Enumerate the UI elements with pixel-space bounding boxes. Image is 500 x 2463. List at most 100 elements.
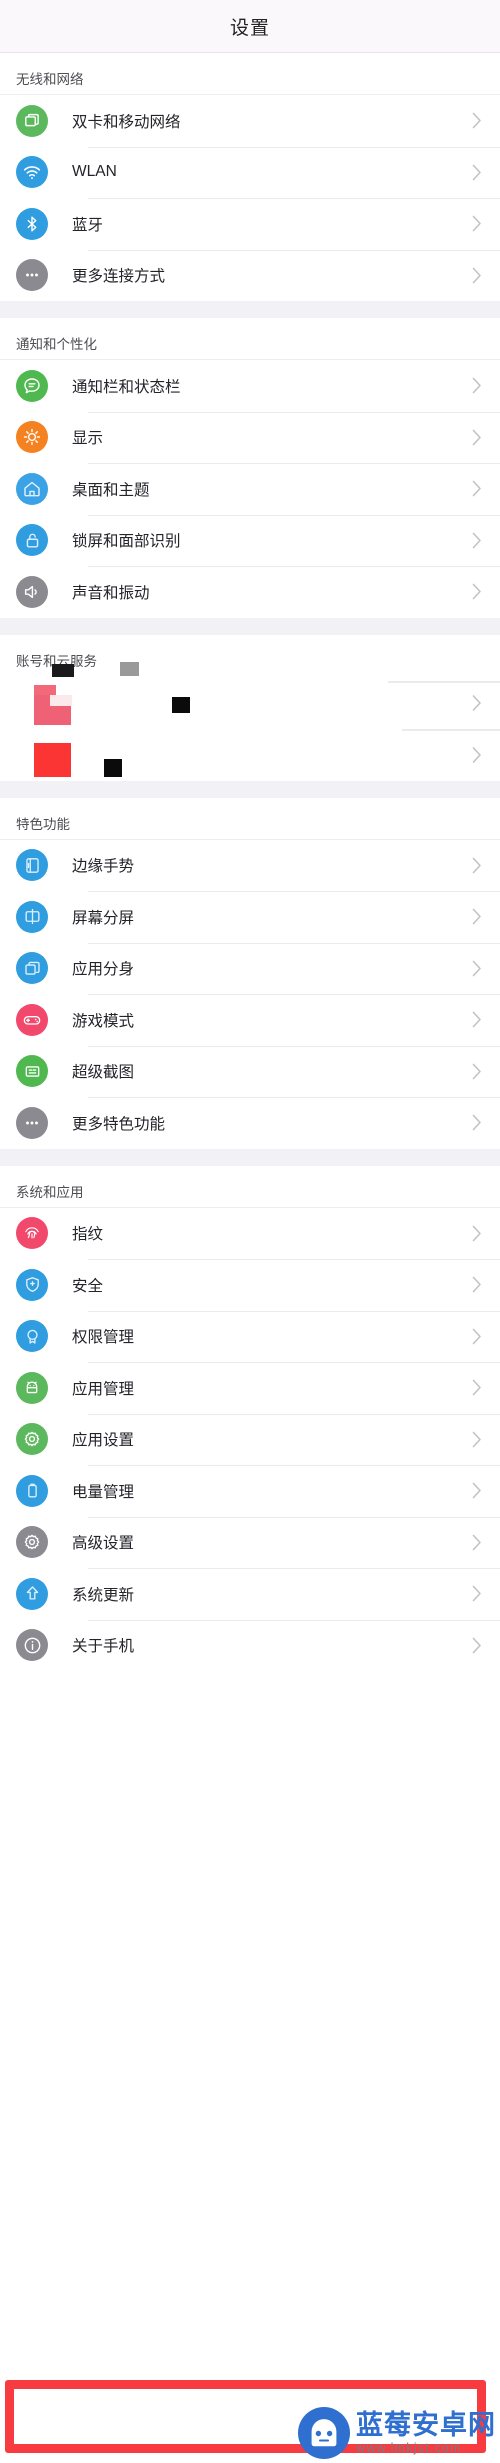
gear-icon (16, 1526, 48, 1559)
settings-row-sound-vibration[interactable]: 声音和振动 (0, 566, 500, 618)
bluetooth-icon (16, 207, 48, 240)
settings-row-more-connections[interactable]: 更多连接方式 (0, 249, 500, 301)
settings-row-account-redacted-2[interactable] (0, 728, 500, 781)
settings-row-label: 桌面和主题 (72, 481, 150, 499)
gamepad-icon (16, 1003, 48, 1036)
home-icon (16, 472, 48, 505)
settings-row-label: 边缘手势 (72, 858, 135, 876)
settings-row-label: 应用管理 (72, 1380, 135, 1398)
titlebar: 设置 (0, 0, 500, 53)
render-artifact-block (120, 661, 139, 676)
settings-row-bluetooth[interactable]: 蓝牙 (0, 198, 500, 250)
section-body-wireless-and-network: 双卡和移动网络 WLAN 蓝牙 更多连接方式 (0, 95, 500, 301)
settings-row-split-screen[interactable]: 屏幕分屏 (0, 891, 500, 943)
settings-row-app-settings[interactable]: 应用设置 (0, 1413, 500, 1465)
shield-plus-icon (16, 1268, 48, 1301)
settings-row-label: 应用分身 (72, 961, 135, 979)
settings-row-permission-management[interactable]: 权限管理 (0, 1310, 500, 1362)
chevron-right-icon (472, 746, 482, 763)
settings-row-label: 电量管理 (72, 1483, 135, 1501)
screenshot-icon (16, 1055, 48, 1088)
sim-card-icon (16, 104, 48, 137)
android-mascot-icon (298, 2407, 350, 2459)
app-clone-icon (16, 952, 48, 985)
settings-row-label: 显示 (72, 430, 104, 448)
chevron-right-icon (472, 429, 482, 446)
settings-row-about-phone[interactable]: 关于手机 (0, 1619, 500, 1671)
fingerprint-icon (16, 1217, 48, 1250)
brightness-sun-icon (16, 421, 48, 454)
settings-row-label: 权限管理 (72, 1329, 135, 1347)
gear-icon (16, 1423, 48, 1456)
info-circle-icon (16, 1629, 48, 1662)
settings-row-battery-management[interactable]: 电量管理 (0, 1465, 500, 1517)
chevron-right-icon (472, 267, 482, 284)
settings-row-app-clone[interactable]: 应用分身 (0, 942, 500, 994)
settings-row-system-update[interactable]: 系统更新 (0, 1568, 500, 1620)
speaker-volume-icon (16, 575, 48, 608)
lock-open-icon (16, 524, 48, 557)
chevron-right-icon (472, 908, 482, 925)
chevron-right-icon (472, 1637, 482, 1654)
render-artifact-line (402, 728, 500, 731)
settings-row-label: 关于手机 (72, 1638, 135, 1656)
render-artifact-block (172, 696, 190, 713)
settings-row-home-and-theme[interactable]: 桌面和主题 (0, 463, 500, 515)
chevron-right-icon (472, 1534, 482, 1551)
settings-row-dual-sim-mobile-network[interactable]: 双卡和移动网络 (0, 95, 500, 147)
settings-row-label: 双卡和移动网络 (72, 113, 181, 131)
more-dots-icon (16, 1106, 48, 1139)
settings-row-display[interactable]: 显示 (0, 411, 500, 463)
section-account-and-cloud: 账号和云服务 (0, 634, 500, 781)
settings-row-label: 声音和振动 (72, 584, 150, 602)
battery-icon (16, 1474, 48, 1507)
settings-row-label: 安全 (72, 1277, 104, 1295)
settings-row-wlan[interactable]: WLAN (0, 146, 500, 198)
settings-row-label: 更多特色功能 (72, 1115, 166, 1133)
upload-arrow-icon (16, 1577, 48, 1610)
settings-row-fingerprint[interactable]: 指纹 (0, 1207, 500, 1259)
wifi-icon (16, 156, 48, 189)
chevron-right-icon (472, 112, 482, 129)
settings-row-account-redacted-1[interactable] (0, 676, 500, 729)
chevron-right-icon (472, 215, 482, 232)
watermark-url: www.lmkjst.com (356, 2440, 462, 2455)
chevron-right-icon (472, 694, 482, 711)
split-screen-icon (16, 900, 48, 933)
section-divider (0, 617, 500, 635)
watermark-text: 蓝莓安卓网 www.lmkjst.com (356, 2409, 496, 2455)
settings-row-more-featured-functions[interactable]: 更多特色功能 (0, 1097, 500, 1149)
settings-row-lockscreen-face[interactable]: 锁屏和面部识别 (0, 514, 500, 566)
settings-row-app-management[interactable]: 应用管理 (0, 1362, 500, 1414)
settings-row-label: 游戏模式 (72, 1012, 135, 1030)
settings-row-advanced-settings[interactable]: 高级设置 (0, 1516, 500, 1568)
section-divider (0, 301, 500, 318)
android-robot-icon (16, 1371, 48, 1404)
chevron-right-icon (472, 1585, 482, 1602)
more-dots-icon (16, 259, 48, 292)
settings-row-label: 系统更新 (72, 1586, 135, 1604)
settings-row-label: 通知栏和状态栏 (72, 378, 181, 396)
section-header-notification-and-personalization: 通知和个性化 (0, 318, 500, 360)
settings-row-notification-statusbar[interactable]: 通知栏和状态栏 (0, 360, 500, 412)
badge-ribbon-icon (16, 1320, 48, 1353)
settings-row-label: WLAN (72, 163, 117, 181)
section-body-notification-and-personalization: 通知栏和状态栏 显示 桌面和主题 锁屏和面部识别 声音和振动 (0, 360, 500, 618)
page-title: 设置 (229, 17, 270, 39)
settings-row-label: 指纹 (72, 1226, 104, 1244)
settings-row-security[interactable]: 安全 (0, 1259, 500, 1311)
settings-row-label: 蓝牙 (72, 216, 104, 234)
chevron-right-icon (472, 164, 482, 181)
settings-row-label: 屏幕分屏 (72, 909, 135, 927)
chevron-right-icon (472, 1276, 482, 1293)
render-artifact-line (388, 680, 500, 683)
render-artifact-block (50, 694, 72, 706)
settings-row-super-screenshot[interactable]: 超级截图 (0, 1045, 500, 1097)
settings-row-game-mode[interactable]: 游戏模式 (0, 994, 500, 1046)
settings-row-edge-gesture[interactable]: 边缘手势 (0, 839, 500, 891)
settings-row-label: 更多连接方式 (72, 268, 166, 286)
watermark-site-name: 蓝莓安卓网 (356, 2409, 496, 2440)
section-body-system-and-apps: 指纹 安全 权限管理 应用管理 应用设置 电量管理 高级设置 系统更新 关于手机 (0, 1207, 500, 1671)
settings-row-label: 超级截图 (72, 1064, 135, 1082)
settings-screen: 设置 无线和网络 双卡和移动网络 WLAN 蓝牙 更多连接方式 通知和个性化 通… (0, 0, 500, 2463)
